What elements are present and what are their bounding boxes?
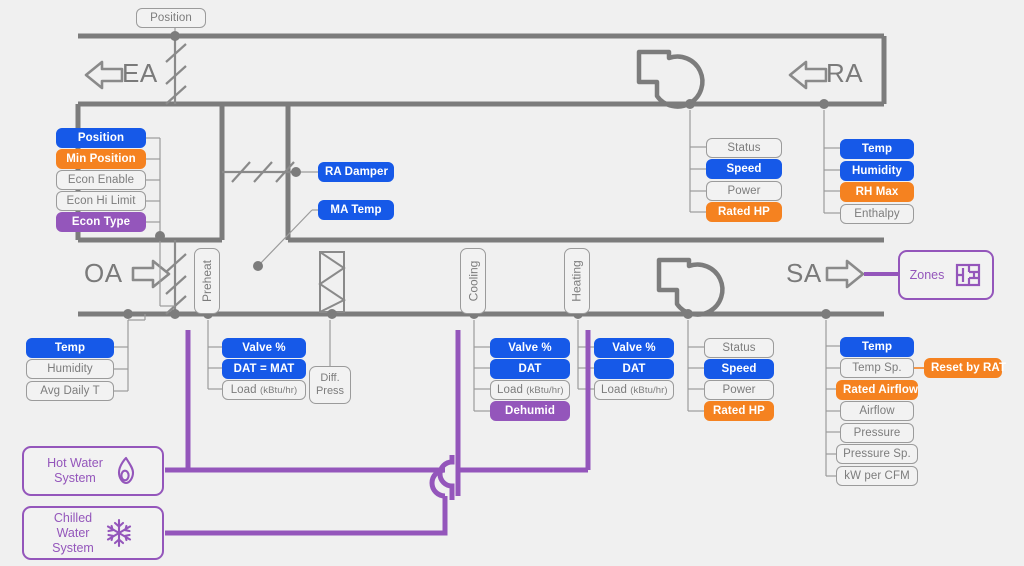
point-ra-rh-max[interactable]: RH Max: [840, 182, 914, 202]
duct-label-ea: EA: [122, 58, 158, 89]
point-preheat-valve[interactable]: Valve %: [222, 338, 306, 358]
chilled-water-system-box[interactable]: Chilled Water System: [22, 506, 164, 560]
zones-box[interactable]: Zones: [898, 250, 994, 300]
point-cooling-dehumid[interactable]: Dehumid: [490, 401, 570, 421]
ra-arrow-icon: [790, 62, 826, 88]
point-oa-econ-hi-limit[interactable]: Econ Hi Limit: [56, 191, 146, 211]
point-cooling-valve[interactable]: Valve %: [490, 338, 570, 358]
point-filter-diff-press-line1: Diff.: [320, 372, 339, 385]
ea-damper-blades: [166, 34, 186, 104]
point-oa-humidity[interactable]: Humidity: [26, 359, 114, 379]
ahu-schematic: EA RA OA SA Preheat Cooling Heating Posi…: [0, 0, 1024, 566]
chilled-water-line2: Water: [57, 526, 90, 540]
point-sa-temp[interactable]: Temp: [840, 337, 914, 357]
point-rf-speed[interactable]: Speed: [706, 159, 782, 179]
point-rf-status[interactable]: Status: [706, 138, 782, 158]
chilled-water-system-label: Chilled Water System: [52, 511, 94, 556]
point-filter-diff-press-line2: Press: [316, 385, 344, 398]
point-heating-dat[interactable]: DAT: [594, 359, 674, 379]
snowflake-icon: [104, 518, 134, 548]
point-heating-load-label: Load: [601, 384, 627, 396]
point-sf-status[interactable]: Status: [704, 338, 774, 358]
badge-reset-by-rat[interactable]: Reset by RAT: [924, 358, 1002, 378]
coil-label-cooling-text: Cooling: [466, 261, 480, 302]
point-preheat-dat-mat[interactable]: DAT = MAT: [222, 359, 306, 379]
point-sa-rated-airflow[interactable]: Rated Airflow: [836, 380, 918, 400]
point-heating-load-unit: (kBtu/hr): [630, 385, 667, 396]
point-ra-damper[interactable]: RA Damper: [318, 162, 394, 182]
ra-damper-blades: [222, 162, 296, 182]
point-sa-pressure-sp[interactable]: Pressure Sp.: [836, 444, 918, 464]
sa-arrow-icon: [827, 261, 863, 287]
point-ra-humidity[interactable]: Humidity: [840, 161, 914, 181]
coil-label-preheat: Preheat: [194, 248, 220, 314]
point-oa-temp[interactable]: Temp: [26, 338, 114, 358]
point-rf-rated-hp[interactable]: Rated HP: [706, 202, 782, 222]
point-oa-econ-type[interactable]: Econ Type: [56, 212, 146, 232]
point-oa-avg-daily-t[interactable]: Avg Daily T: [26, 381, 114, 401]
return-fan-icon: [639, 52, 702, 107]
point-preheat-load[interactable]: Load (kBtu/hr): [222, 380, 306, 400]
hot-water-line2: System: [54, 471, 96, 485]
duct-label-ra: RA: [826, 58, 863, 89]
point-ma-temp[interactable]: MA Temp: [318, 200, 394, 220]
coil-label-cooling: Cooling: [460, 248, 486, 314]
point-cooling-load-label: Load: [497, 384, 523, 396]
flame-icon: [113, 456, 139, 486]
point-ea-position[interactable]: Position: [136, 8, 206, 28]
hot-water-system-box[interactable]: Hot Water System: [22, 446, 164, 496]
coil-label-heating-text: Heating: [570, 260, 584, 301]
point-heating-valve[interactable]: Valve %: [594, 338, 674, 358]
supply-fan-icon: [659, 260, 722, 315]
coil-label-heating: Heating: [564, 248, 590, 314]
ea-arrow-icon: [86, 62, 122, 88]
point-rf-power[interactable]: Power: [706, 181, 782, 201]
filter-icon: [320, 252, 344, 312]
point-cooling-load-unit: (kBtu/hr): [526, 385, 563, 396]
point-filter-diff-press[interactable]: Diff. Press: [309, 366, 351, 404]
point-cooling-dat[interactable]: DAT: [490, 359, 570, 379]
point-sf-rated-hp[interactable]: Rated HP: [704, 401, 774, 421]
point-sa-kw-per-cfm[interactable]: kW per CFM: [836, 466, 918, 486]
point-heating-load[interactable]: Load (kBtu/hr): [594, 380, 674, 400]
point-ra-temp[interactable]: Temp: [840, 139, 914, 159]
floorplan-icon: [954, 261, 982, 289]
point-sf-speed[interactable]: Speed: [704, 359, 774, 379]
chilled-water-line1: Chilled: [54, 511, 92, 525]
duct-label-sa: SA: [786, 258, 822, 289]
point-oa-econ-enable[interactable]: Econ Enable: [56, 170, 146, 190]
point-preheat-load-label: Load: [231, 384, 257, 396]
point-sa-pressure[interactable]: Pressure: [840, 423, 914, 443]
point-preheat-load-unit: (kBtu/hr): [260, 385, 297, 396]
oa-damper-blades: [166, 240, 186, 314]
point-sf-power[interactable]: Power: [704, 380, 774, 400]
point-cooling-load[interactable]: Load (kBtu/hr): [490, 380, 570, 400]
duct-label-oa: OA: [84, 258, 123, 289]
point-sa-airflow[interactable]: Airflow: [840, 401, 914, 421]
chilled-water-line3: System: [52, 541, 94, 555]
coil-label-preheat-text: Preheat: [200, 260, 214, 302]
zones-label: Zones: [910, 268, 945, 283]
oa-arrow-icon: [133, 261, 169, 287]
point-oa-min-position[interactable]: Min Position: [56, 149, 146, 169]
hot-water-system-label: Hot Water System: [47, 456, 103, 486]
point-sa-temp-sp[interactable]: Temp Sp.: [840, 358, 914, 378]
point-ra-enthalpy[interactable]: Enthalpy: [840, 204, 914, 224]
hot-water-line1: Hot Water: [47, 456, 103, 470]
point-oa-position[interactable]: Position: [56, 128, 146, 148]
